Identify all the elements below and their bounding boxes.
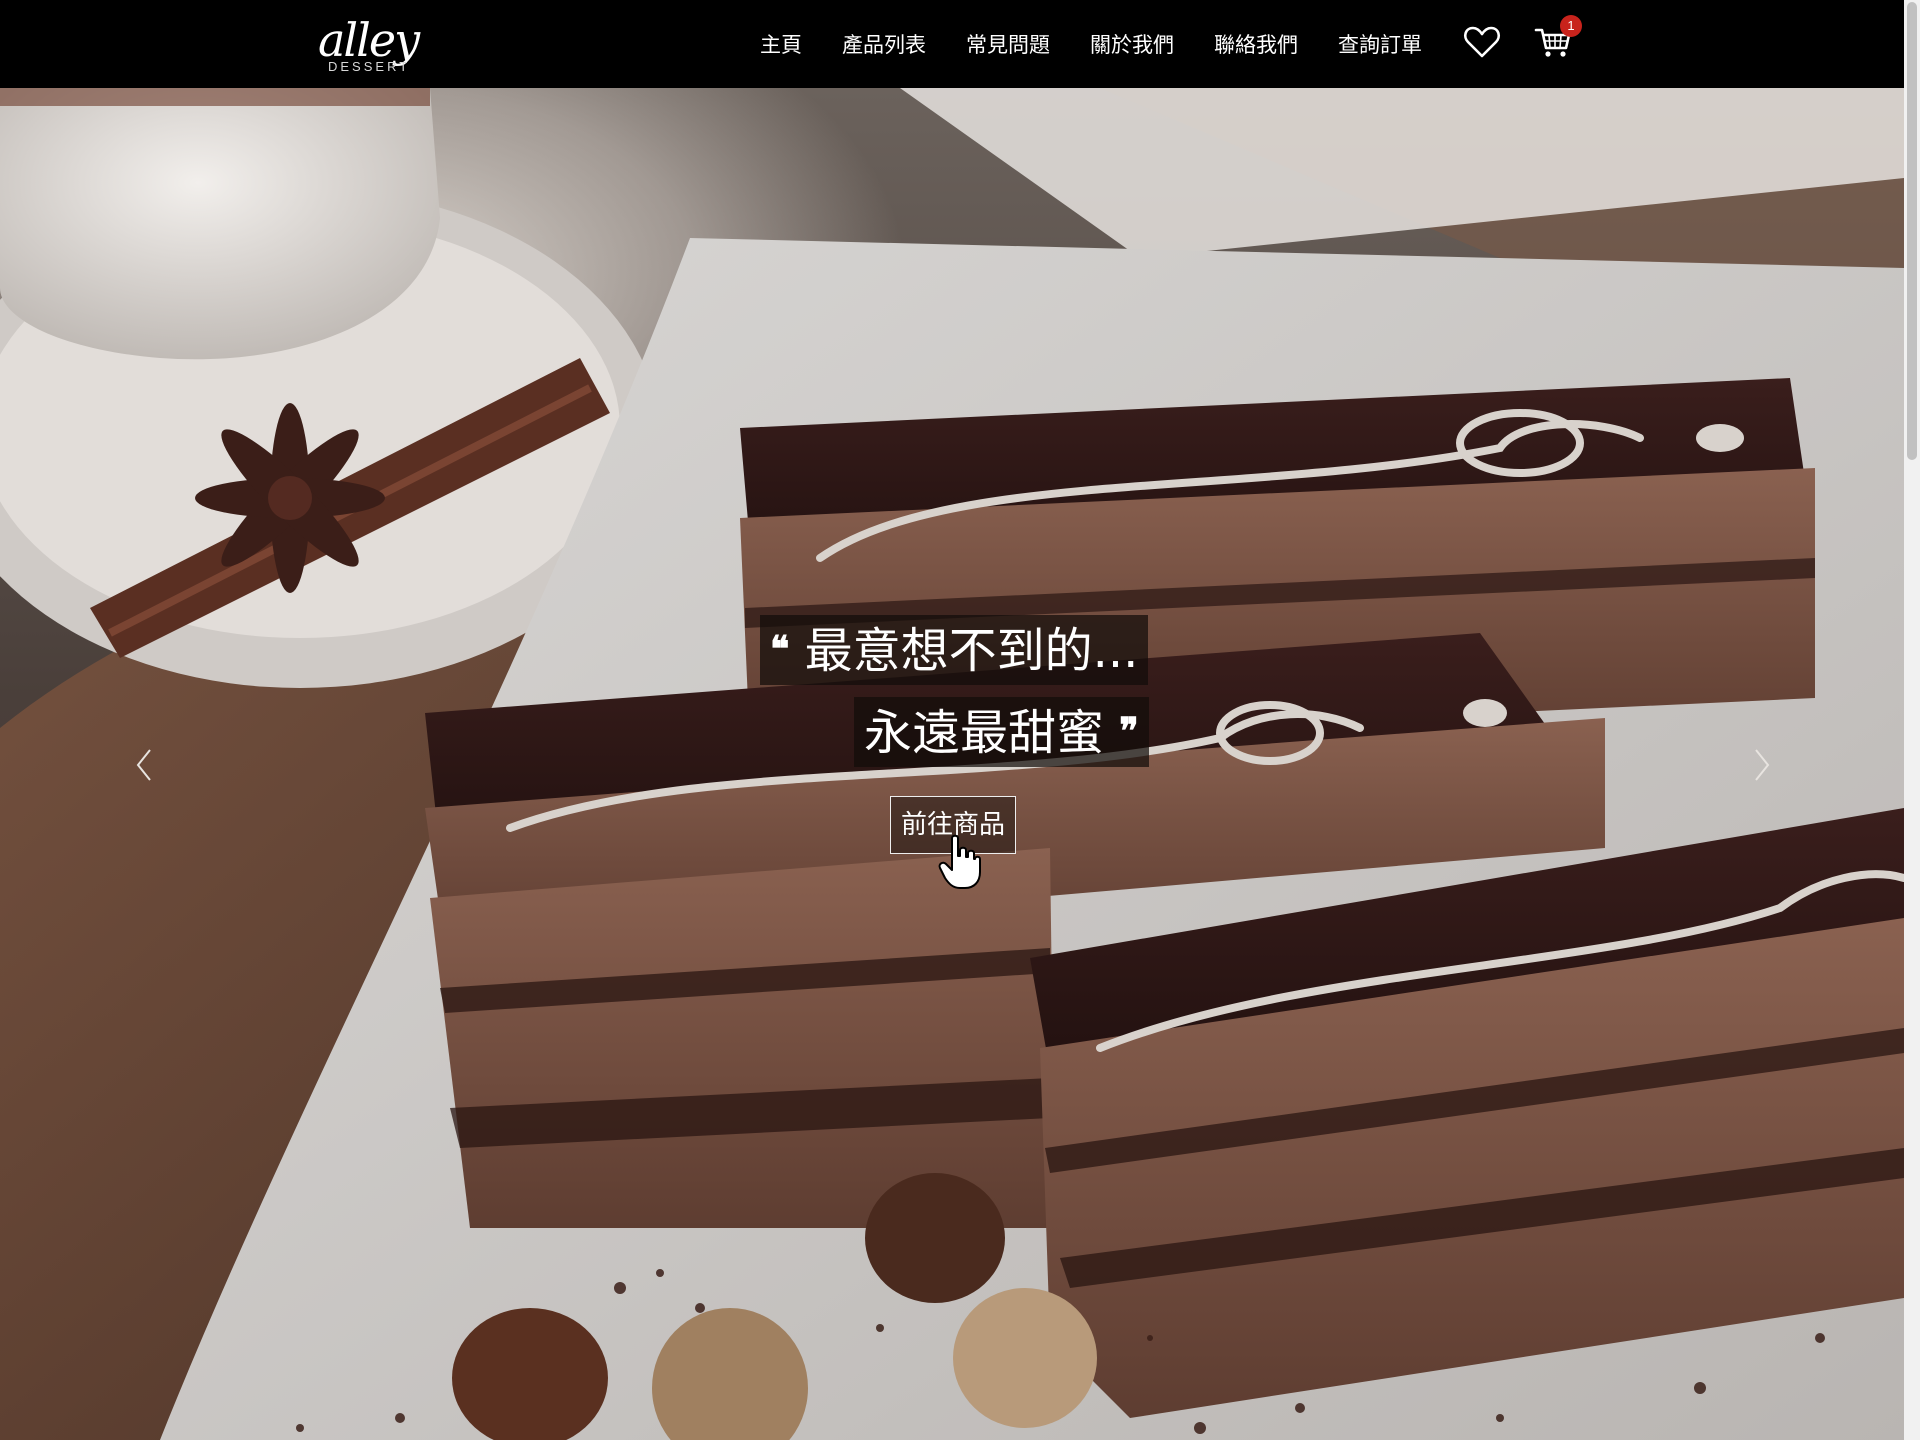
scrollbar-thumb[interactable] [1907,2,1917,460]
top-navbar: alley DESSERT 主頁 產品列表 常見問題 關於我們 聯絡我們 查詢訂… [0,0,1904,88]
cart-count-badge: 1 [1560,15,1582,37]
nav-item-home[interactable]: 主頁 [760,29,802,59]
nav-item-about[interactable]: 關於我們 [1090,29,1174,59]
hand-pointer-icon [938,834,982,890]
quote-open-mark: ❝ [770,628,790,670]
hero-caption-line1: ❝ 最意想不到的... [760,615,1149,685]
page-scrollbar[interactable] [1904,0,1920,1440]
hero-caption-line2: 永遠最甜蜜 ❞ [854,697,1149,767]
hero-caption-line2-text: 永遠最甜蜜 [864,705,1105,761]
nav-item-order-lookup[interactable]: 查詢訂單 [1338,29,1422,59]
nav-menu: 主頁 產品列表 常見問題 關於我們 聯絡我們 查詢訂單 [740,0,1442,88]
nav-item-products[interactable]: 產品列表 [842,29,926,59]
chevron-right-icon[interactable] [1748,740,1778,790]
heart-icon[interactable] [1462,22,1502,62]
logo-subtitle: DESSERT [328,59,411,74]
quote-close-mark: ❞ [1119,710,1139,752]
chevron-left-icon[interactable] [128,740,158,790]
nav-item-faq[interactable]: 常見問題 [966,29,1050,59]
hero-caption-line1-text: 最意想不到的... [804,623,1139,679]
nav-item-contact[interactable]: 聯絡我們 [1214,29,1298,59]
brand-logo[interactable]: alley DESSERT [318,14,428,76]
